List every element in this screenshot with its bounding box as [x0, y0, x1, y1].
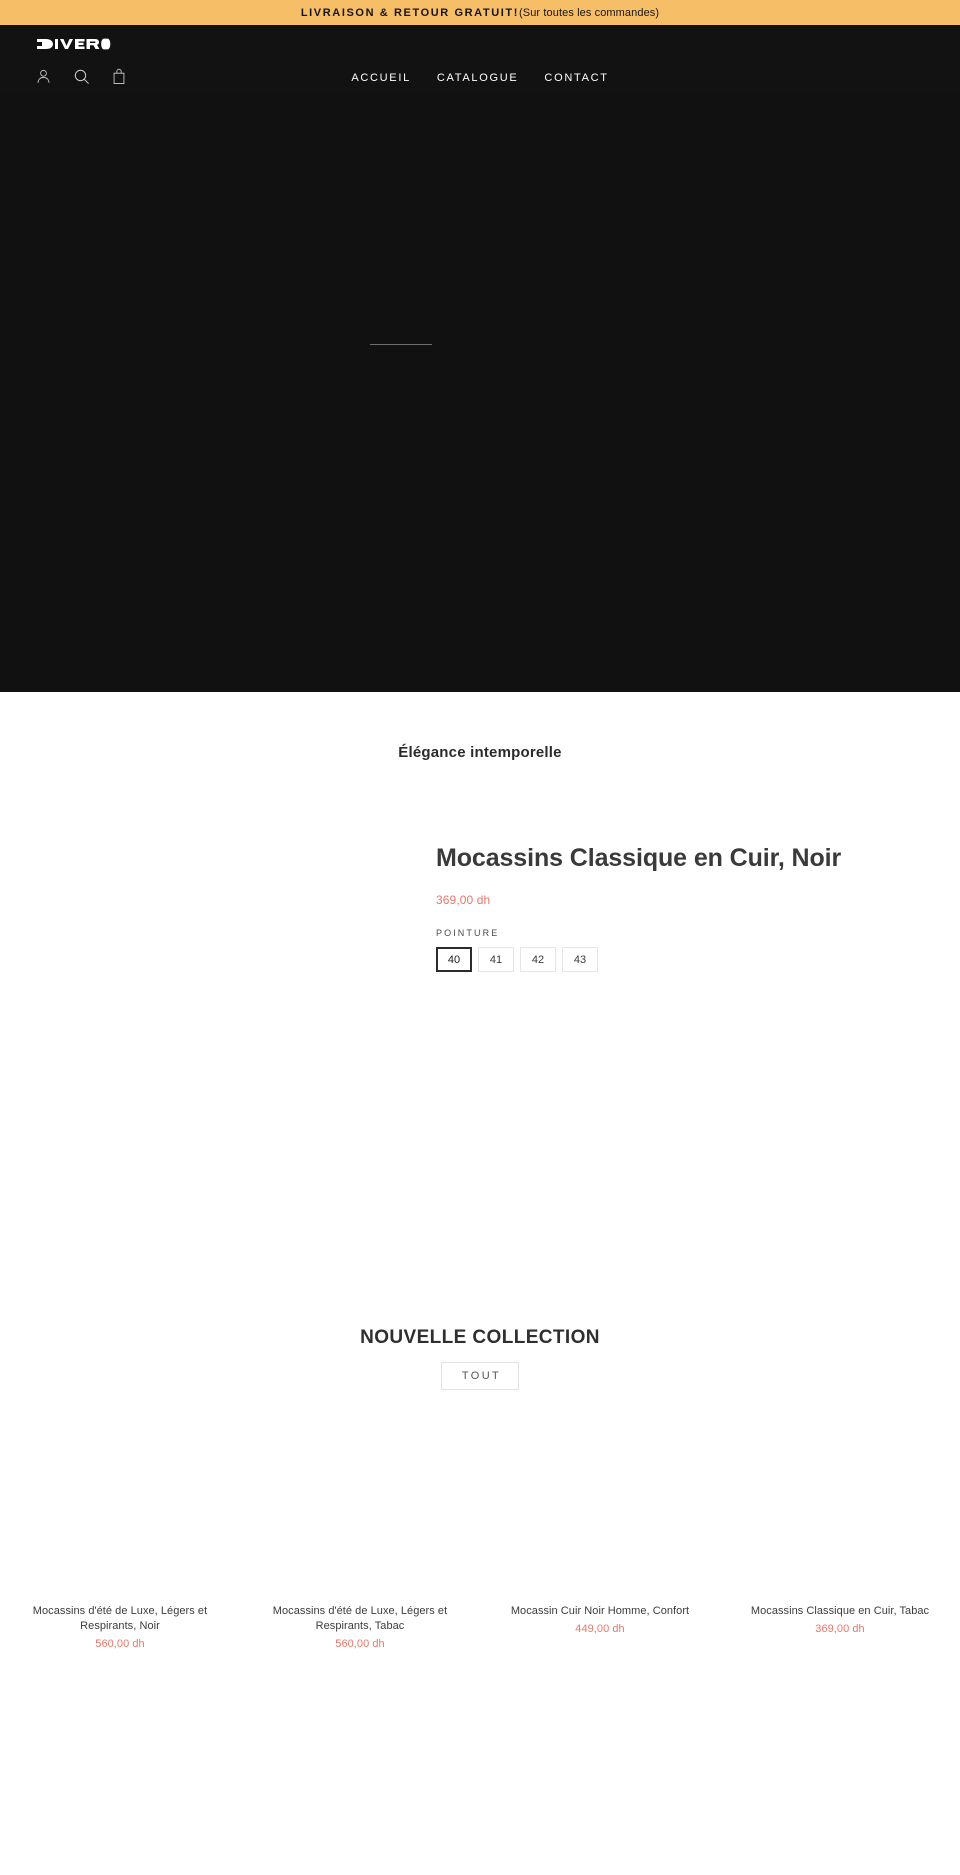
- product-grid: Mocassins d'été de Luxe, Légers et Respi…: [0, 1422, 960, 1650]
- nav-item-catalogue[interactable]: CATALOGUE: [437, 72, 519, 84]
- nav-item-accueil[interactable]: ACCUEIL: [351, 72, 411, 84]
- product-thumbnail[interactable]: [734, 1422, 946, 1594]
- size-option-40[interactable]: 40: [436, 947, 472, 972]
- product-card-price: 560,00 dh: [335, 1637, 385, 1650]
- hero-divider-line: [370, 344, 432, 345]
- product-card[interactable]: Mocassins d'été de Luxe, Légers et Respi…: [240, 1422, 480, 1650]
- logo-link[interactable]: [36, 33, 111, 55]
- product-card[interactable]: Mocassins d'été de Luxe, Légers et Respi…: [0, 1422, 240, 1650]
- nav-item-contact[interactable]: CONTACT: [544, 72, 608, 84]
- collection-title: NOUVELLE COLLECTION: [360, 1327, 600, 1348]
- collection-filter-row: TOUT: [0, 1362, 960, 1390]
- site-header: ACCUEIL CATALOGUE CONTACT: [0, 25, 960, 92]
- announcement-bar: LIVRAISON & RETOUR GRATUIT! (Sur toutes …: [0, 0, 960, 25]
- filter-tout-button[interactable]: TOUT: [440, 1362, 520, 1390]
- size-option-42[interactable]: 42: [520, 947, 556, 972]
- divero-logo-icon: [37, 38, 111, 50]
- product-card-name: Mocassins d'été de Luxe, Légers et Respi…: [32, 1605, 208, 1632]
- product-thumbnail[interactable]: [14, 1422, 226, 1594]
- size-option-41[interactable]: 41: [478, 947, 514, 972]
- size-option-label: POINTURE: [436, 928, 500, 938]
- feature-product-section: Élégance intemporelle Mocassins Classiqu…: [0, 692, 960, 1321]
- product-card-name: Mocassin Cuir Noir Homme, Confort: [510, 1605, 690, 1617]
- hero-banner: [0, 92, 960, 692]
- product-price: 369,00 dh: [436, 893, 491, 907]
- product-card[interactable]: Mocassins Classique en Cuir, Tabac 369,0…: [720, 1422, 960, 1650]
- header-icon-group: [32, 65, 130, 87]
- size-selector: 40 41 42 43: [436, 947, 936, 972]
- announcement-strong-text: LIVRAISON & RETOUR GRATUIT!: [300, 6, 520, 19]
- search-icon[interactable]: [70, 65, 92, 87]
- announcement-normal-text: (Sur toutes les commandes): [519, 6, 660, 19]
- main-navigation: ACCUEIL CATALOGUE CONTACT: [0, 72, 960, 84]
- feature-heading: Élégance intemporelle: [398, 744, 562, 761]
- product-card-price: 369,00 dh: [815, 1622, 865, 1635]
- product-thumbnail[interactable]: [494, 1422, 706, 1594]
- size-option-43[interactable]: 43: [562, 947, 598, 972]
- feature-body: Mocassins Classique en Cuir, Noir 369,00…: [0, 761, 960, 1321]
- product-card-name: Mocassins d'été de Luxe, Légers et Respi…: [272, 1605, 448, 1632]
- announcement-content: LIVRAISON & RETOUR GRATUIT! (Sur toutes …: [301, 7, 659, 19]
- account-icon[interactable]: [32, 65, 54, 87]
- product-card-price: 560,00 dh: [95, 1637, 145, 1650]
- product-card-price: 449,00 dh: [575, 1622, 625, 1635]
- product-thumbnail[interactable]: [254, 1422, 466, 1594]
- product-card-name: Mocassins Classique en Cuir, Tabac: [750, 1605, 930, 1617]
- product-title: Mocassins Classique en Cuir, Noir: [436, 844, 842, 872]
- new-collection-section: NOUVELLE COLLECTION TOUT Mocassins d'été…: [0, 1321, 960, 1690]
- header-inner: ACCUEIL CATALOGUE CONTACT: [0, 25, 960, 92]
- feature-product-image[interactable]: [0, 761, 430, 1281]
- feature-product-info: Mocassins Classique en Cuir, Noir 369,00…: [436, 843, 936, 972]
- bag-icon[interactable]: [108, 65, 130, 87]
- product-card[interactable]: Mocassin Cuir Noir Homme, Confort 449,00…: [480, 1422, 720, 1650]
